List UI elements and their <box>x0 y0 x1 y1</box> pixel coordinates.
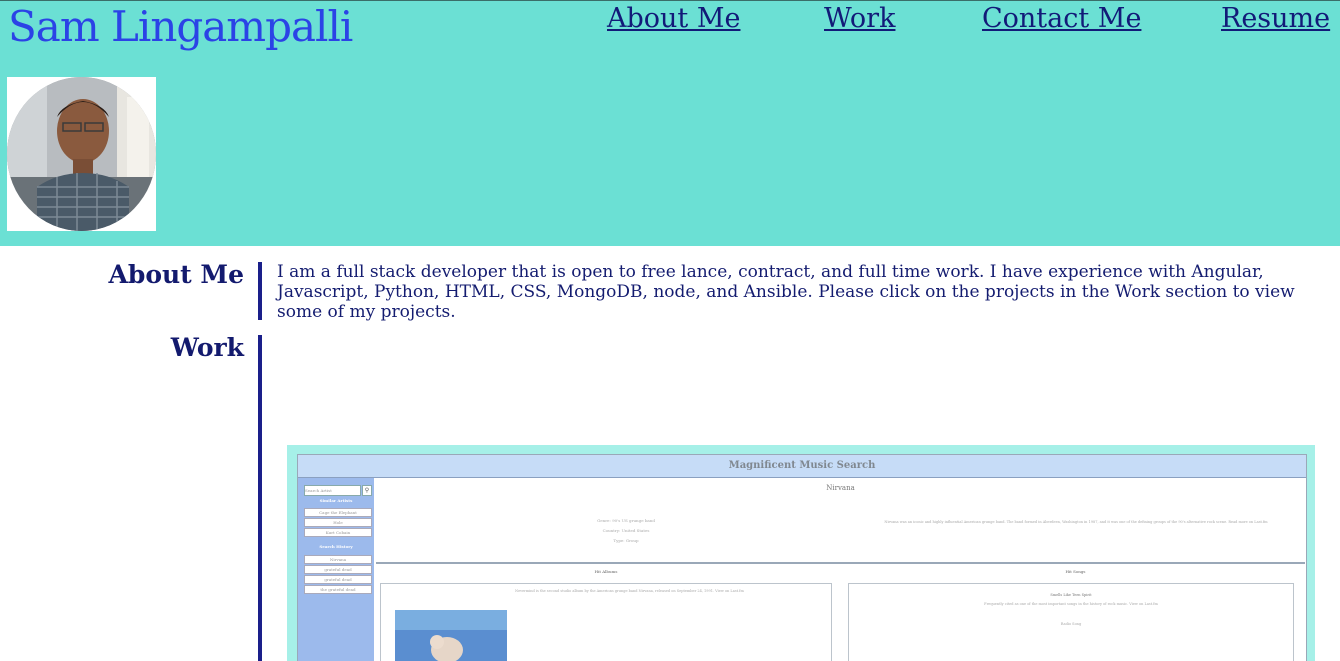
site-header: Sam Lingampalli About Me Work Contact Me… <box>0 0 1340 246</box>
nav-link-contact-me[interactable]: Contact Me <box>982 3 1141 35</box>
nav-link-resume[interactable]: Resume <box>1221 3 1330 35</box>
song-description: Frequently cited as one of the most impo… <box>984 602 1158 606</box>
similar-artist-item: Hole <box>304 518 372 527</box>
project-artist-name: Nirvana <box>826 484 855 492</box>
artist-info-line: Country: United States <box>602 528 650 533</box>
nav-link-about-me[interactable]: About Me <box>607 3 740 35</box>
album-description: Nevermind is the second studio album by … <box>515 589 744 593</box>
work-divider <box>258 335 262 661</box>
project-search-input: Search Artist <box>304 485 361 496</box>
song-card: Smells Like Teen Spirit Frequently cited… <box>848 583 1294 661</box>
project-app-main: Nirvana Genre: 90's US grunge band Count… <box>376 478 1305 661</box>
about-heading: About Me <box>108 260 244 289</box>
hit-songs-heading: Hit Songs <box>1065 569 1086 574</box>
avatar <box>7 77 156 231</box>
song-title: Smells Like Teen Spirit <box>1050 593 1092 597</box>
main-nav: About Me Work Contact Me Resume <box>0 3 1340 37</box>
artist-bio: Nirvana was an iconic and highly influen… <box>884 520 1268 524</box>
hit-albums-heading: Hit Albums <box>594 569 618 574</box>
similar-artists-heading: Similar Artists <box>319 498 353 503</box>
similar-artist-item: Cage the Elephant <box>304 508 372 517</box>
project-app-window: Magnificent Music Search Search Artist ⚲… <box>297 454 1307 661</box>
song-label: Radio Song <box>1060 622 1082 626</box>
about-text: I am a full stack developer that is open… <box>277 262 1295 322</box>
similar-artist-item: Kurt Cobain <box>304 528 372 537</box>
search-icon: ⚲ <box>362 485 372 496</box>
nav-link-work[interactable]: Work <box>824 3 895 35</box>
history-item: grateful dead <box>304 565 372 574</box>
profile-photo <box>7 77 156 231</box>
album-cover-image <box>395 610 507 661</box>
avatar-frame <box>7 77 156 231</box>
project-app-title: Magnificent Music Search <box>298 455 1306 478</box>
artist-info-line: Type: Group <box>613 538 639 543</box>
about-divider <box>258 262 262 320</box>
project-app-sidebar: Search Artist ⚲ Similar Artists Cage the… <box>298 478 374 661</box>
history-item: the grateful dead <box>304 585 372 594</box>
search-history-heading: Search History <box>319 544 353 549</box>
project-divider <box>376 562 1305 564</box>
artist-info-line: Genre: 90's US grunge band <box>597 518 655 523</box>
history-item: Nirvana <box>304 555 372 564</box>
history-item: grateful dead <box>304 575 372 584</box>
project-screenshot-magnificent-music-search[interactable]: Magnificent Music Search Search Artist ⚲… <box>287 445 1315 661</box>
album-card: Nevermind is the second studio album by … <box>380 583 832 661</box>
work-heading: Work <box>170 333 244 362</box>
